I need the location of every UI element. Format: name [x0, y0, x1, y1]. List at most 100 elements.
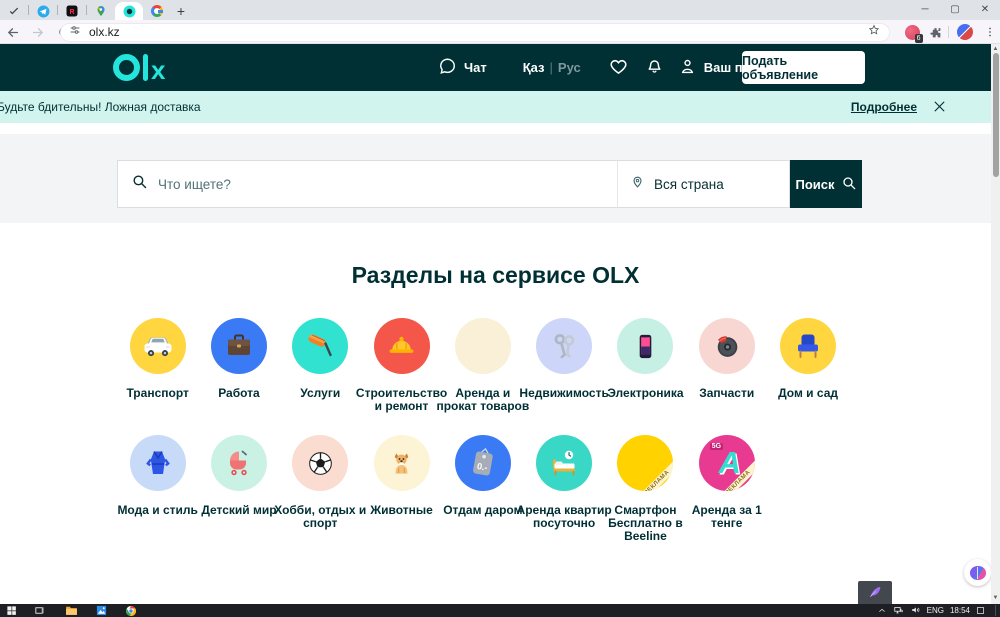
forward-icon[interactable] [28, 22, 48, 42]
window-maximize-button[interactable]: ▢ [940, 0, 970, 20]
page-scrollbar[interactable]: ▲ ▼ [991, 44, 1000, 604]
start-button[interactable] [0, 604, 22, 617]
window-minimize-button[interactable]: ─ [910, 0, 940, 20]
action-center-icon[interactable] [976, 602, 985, 617]
header-nav: Чат Қаз | Рус Ваш профиль [438, 44, 991, 91]
olx-favicon [123, 5, 136, 18]
olx-logo-o [113, 54, 140, 81]
category-item[interactable]: Аренда квартир посуточно [517, 435, 612, 544]
category-item[interactable]: Дом и сад [767, 318, 848, 413]
scroll-down-icon[interactable]: ▼ [991, 594, 1000, 603]
network-icon[interactable] [893, 602, 904, 617]
banner-close-icon[interactable] [932, 99, 947, 119]
category-item[interactable]: Мода и стиль [117, 435, 198, 544]
search-input[interactable] [156, 175, 617, 193]
sections-title: Разделы на сервисе OLX [351, 262, 640, 288]
extensions-puzzle-icon[interactable] [925, 22, 945, 42]
clock[interactable]: 18:54 [950, 606, 970, 615]
browser-tab-checkmark[interactable] [0, 2, 28, 20]
chrome-app-icon[interactable] [120, 604, 142, 617]
post-ad-button[interactable]: Подать объявление [742, 51, 865, 84]
category-item[interactable]: Строительство и ремонт [356, 318, 447, 413]
browser-tab-r-app[interactable]: R [58, 2, 86, 20]
free-tag-icon: 0.- [454, 435, 511, 491]
chat-bubble-icon [438, 57, 457, 79]
category-item[interactable]: Запчасти [686, 318, 767, 413]
keyboard-language[interactable]: ENG [927, 606, 944, 615]
bookmark-star-icon[interactable] [867, 23, 881, 42]
briefcase-icon [210, 318, 267, 374]
svg-text:R: R [69, 9, 74, 16]
category-item[interactable]: Недвижимость [519, 318, 609, 413]
chat-link[interactable]: Чат [438, 57, 487, 79]
toolbar-divider [948, 26, 949, 38]
notifications-button[interactable] [645, 56, 664, 79]
extension-button[interactable]: 6 [902, 22, 923, 43]
browser-toolbar: olx.kz 6 [0, 20, 1000, 44]
extension-badge: 6 [914, 33, 923, 43]
file-explorer-icon[interactable] [60, 604, 82, 617]
category-label: Аренда за 1 тенге [691, 503, 762, 531]
banner-details-link[interactable]: Подробнее [851, 100, 917, 114]
task-view-button[interactable] [28, 604, 50, 617]
category-item[interactable]: Работа [198, 318, 279, 413]
location-field[interactable] [617, 160, 790, 208]
category-item[interactable]: Аренда и прокат товаров [436, 318, 529, 413]
stroller-icon [210, 435, 267, 491]
bell-icon [645, 56, 664, 79]
category-item[interactable]: Транспорт [117, 318, 198, 413]
olx-logo[interactable]: x [113, 54, 165, 83]
browser-tab-google[interactable] [143, 2, 171, 20]
favorites-button[interactable] [608, 56, 629, 80]
browser-tab-olx[interactable] [115, 2, 143, 20]
search-button-icon [841, 175, 857, 194]
category-item[interactable]: Услуги [280, 318, 361, 413]
volume-icon[interactable] [910, 602, 921, 617]
new-tab-button[interactable]: + [171, 2, 191, 20]
browser-tab-telegram[interactable] [29, 2, 57, 20]
ad-ribbon: РЕКЛАМА [633, 458, 674, 491]
lang-kaz[interactable]: Қаз [523, 60, 545, 75]
screen: R + ─ ▢ ✕ olx.kz 6 x Чат Қаз | Рус Ваш П… [0, 0, 1000, 617]
feather-widget-button[interactable] [858, 581, 892, 604]
lang-rus[interactable]: Рус [558, 60, 581, 75]
tray-chevron-icon[interactable] [877, 602, 887, 617]
telegram-icon [37, 5, 50, 18]
hard-hat-icon [373, 318, 430, 374]
photos-app-icon[interactable] [90, 604, 112, 617]
search-submit-button[interactable]: Поиск [790, 160, 862, 208]
bed-clock-icon [536, 435, 593, 491]
search-icon [131, 173, 148, 195]
profile-avatar[interactable] [955, 22, 975, 42]
search-field[interactable] [117, 160, 617, 208]
assistant-widget-button[interactable] [964, 559, 991, 586]
car-icon [129, 318, 186, 374]
window-close-button[interactable]: ✕ [970, 0, 1000, 20]
chair-icon [780, 318, 837, 374]
arenda-a-icon: 5G A РЕКЛАМА [698, 435, 755, 491]
calendar-icon [454, 318, 511, 374]
browser-menu-icon[interactable] [980, 22, 1000, 42]
address-bar[interactable]: olx.kz [60, 22, 890, 42]
category-item[interactable]: Животные [361, 435, 442, 544]
google-maps-icon [95, 5, 107, 17]
category-item[interactable]: Электроника [605, 318, 686, 413]
keys-icon [536, 318, 593, 374]
user-icon [678, 57, 697, 79]
back-icon[interactable] [2, 22, 22, 42]
site-settings-icon[interactable] [69, 23, 81, 41]
beeline-icon: РЕКЛАМА [617, 435, 674, 491]
location-input[interactable] [652, 175, 789, 193]
language-switcher[interactable]: Қаз | Рус [523, 60, 581, 75]
category-item[interactable]: Детский мир [198, 435, 279, 544]
5g-badge: 5G [709, 443, 724, 450]
scrollbar-thumb[interactable] [992, 53, 999, 177]
category-item[interactable]: РЕКЛАМА Смартфон Бесплатно в Beeline [605, 435, 686, 544]
category-item[interactable]: Хобби, отдых и спорт [274, 435, 366, 544]
category-item[interactable]: 5G A РЕКЛАМА Аренда за 1 тенге [686, 435, 767, 544]
category-item[interactable]: 0.- Отдам даром [442, 435, 523, 544]
show-desktop-button[interactable] [995, 605, 996, 616]
browser-tab-google-maps[interactable] [87, 2, 115, 20]
svg-text:0.-: 0.- [476, 461, 488, 473]
paint-roller-icon [292, 318, 349, 374]
